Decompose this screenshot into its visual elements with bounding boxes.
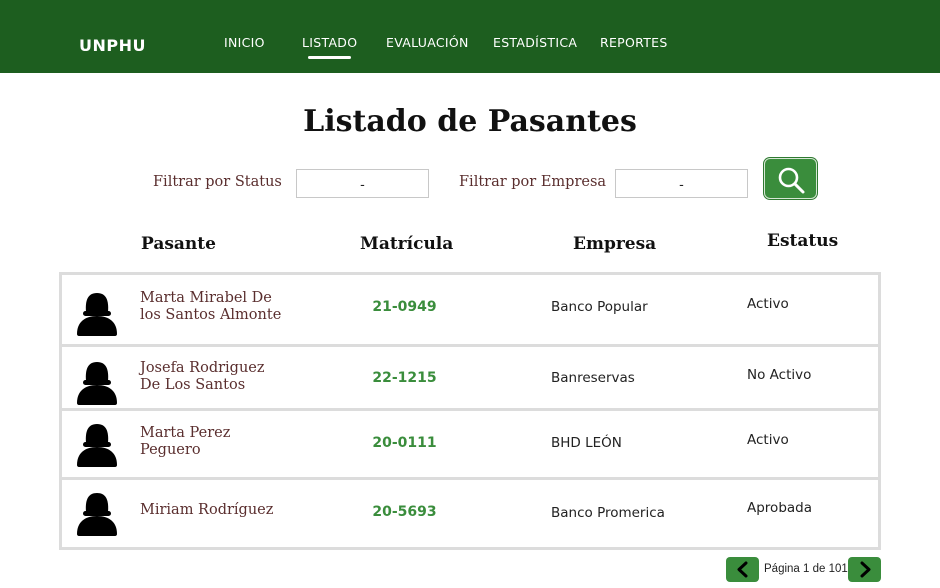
matricula-value[interactable]: 20-0111: [342, 435, 467, 451]
header-pasante: Pasante: [141, 234, 216, 254]
table-row[interactable]: Josefa Rodriguez De Los Santos 22-1215 B…: [62, 347, 878, 408]
person-silhouette-icon: [77, 293, 117, 336]
empresa-value: Banco Promerica: [551, 505, 665, 521]
brand-logo[interactable]: UNPHU: [79, 36, 146, 55]
person-silhouette-icon: [77, 424, 117, 467]
empresa-filter-label: Filtrar por Empresa: [459, 174, 607, 190]
table-row[interactable]: Marta Mirabel De los Santos Almonte 21-0…: [62, 275, 878, 344]
chevron-right-icon: [860, 561, 871, 578]
next-page-button[interactable]: [848, 557, 881, 582]
status-filter-input[interactable]: [296, 169, 429, 198]
pasante-name: Marta Mirabel De los Santos Almonte: [140, 290, 282, 323]
nav-item-inicio[interactable]: INICIO: [224, 35, 265, 50]
pasante-name: Miriam Rodríguez: [140, 502, 274, 518]
pasante-name: Marta Perez Peguero: [140, 425, 231, 458]
prev-page-button[interactable]: [726, 557, 759, 582]
header-estatus: Estatus: [767, 231, 839, 251]
person-silhouette-icon: [77, 362, 117, 405]
header-matricula: Matrícula: [360, 234, 454, 254]
matricula-value[interactable]: 20-5693: [342, 504, 467, 520]
header-empresa: Empresa: [573, 234, 657, 254]
person-silhouette-icon: [77, 493, 117, 536]
pagination-label: Página 1 de 101: [764, 563, 848, 575]
matricula-value[interactable]: 21-0949: [342, 299, 467, 315]
top-navbar: UNPHU INICIO LISTADO EVALUACIÓN ESTADÍST…: [0, 0, 940, 73]
search-button[interactable]: [764, 158, 817, 199]
empresa-value: BHD LEÓN: [551, 435, 622, 451]
estatus-value: Activo: [747, 296, 789, 312]
table-row[interactable]: Marta Perez Peguero 20-0111 BHD LEÓN Act…: [62, 411, 878, 477]
page-title: Listado de Pasantes: [303, 104, 637, 139]
estatus-value: Activo: [747, 432, 789, 448]
pasante-name: Josefa Rodriguez De Los Santos: [140, 360, 265, 393]
table-row[interactable]: Miriam Rodríguez 20-5693 Banco Promerica…: [62, 480, 878, 547]
active-nav-indicator: [308, 56, 351, 59]
estatus-value: No Activo: [747, 367, 812, 383]
pasantes-table: Marta Mirabel De los Santos Almonte 21-0…: [59, 272, 881, 550]
empresa-value: Banreservas: [551, 370, 635, 386]
nav-item-listado[interactable]: LISTADO: [302, 35, 357, 50]
estatus-value: Aprobada: [747, 500, 813, 516]
search-icon: [778, 167, 805, 194]
empresa-value: Banco Popular: [551, 299, 648, 315]
nav-item-estadistica[interactable]: ESTADÍSTICA: [493, 35, 577, 50]
nav-item-evaluacion[interactable]: EVALUACIÓN: [386, 35, 469, 50]
status-filter-label: Filtrar por Status: [153, 174, 282, 190]
empresa-filter-input[interactable]: [615, 169, 748, 198]
matricula-value[interactable]: 22-1215: [342, 370, 467, 386]
nav-item-reportes[interactable]: REPORTES: [600, 35, 668, 50]
chevron-left-icon: [737, 561, 748, 578]
